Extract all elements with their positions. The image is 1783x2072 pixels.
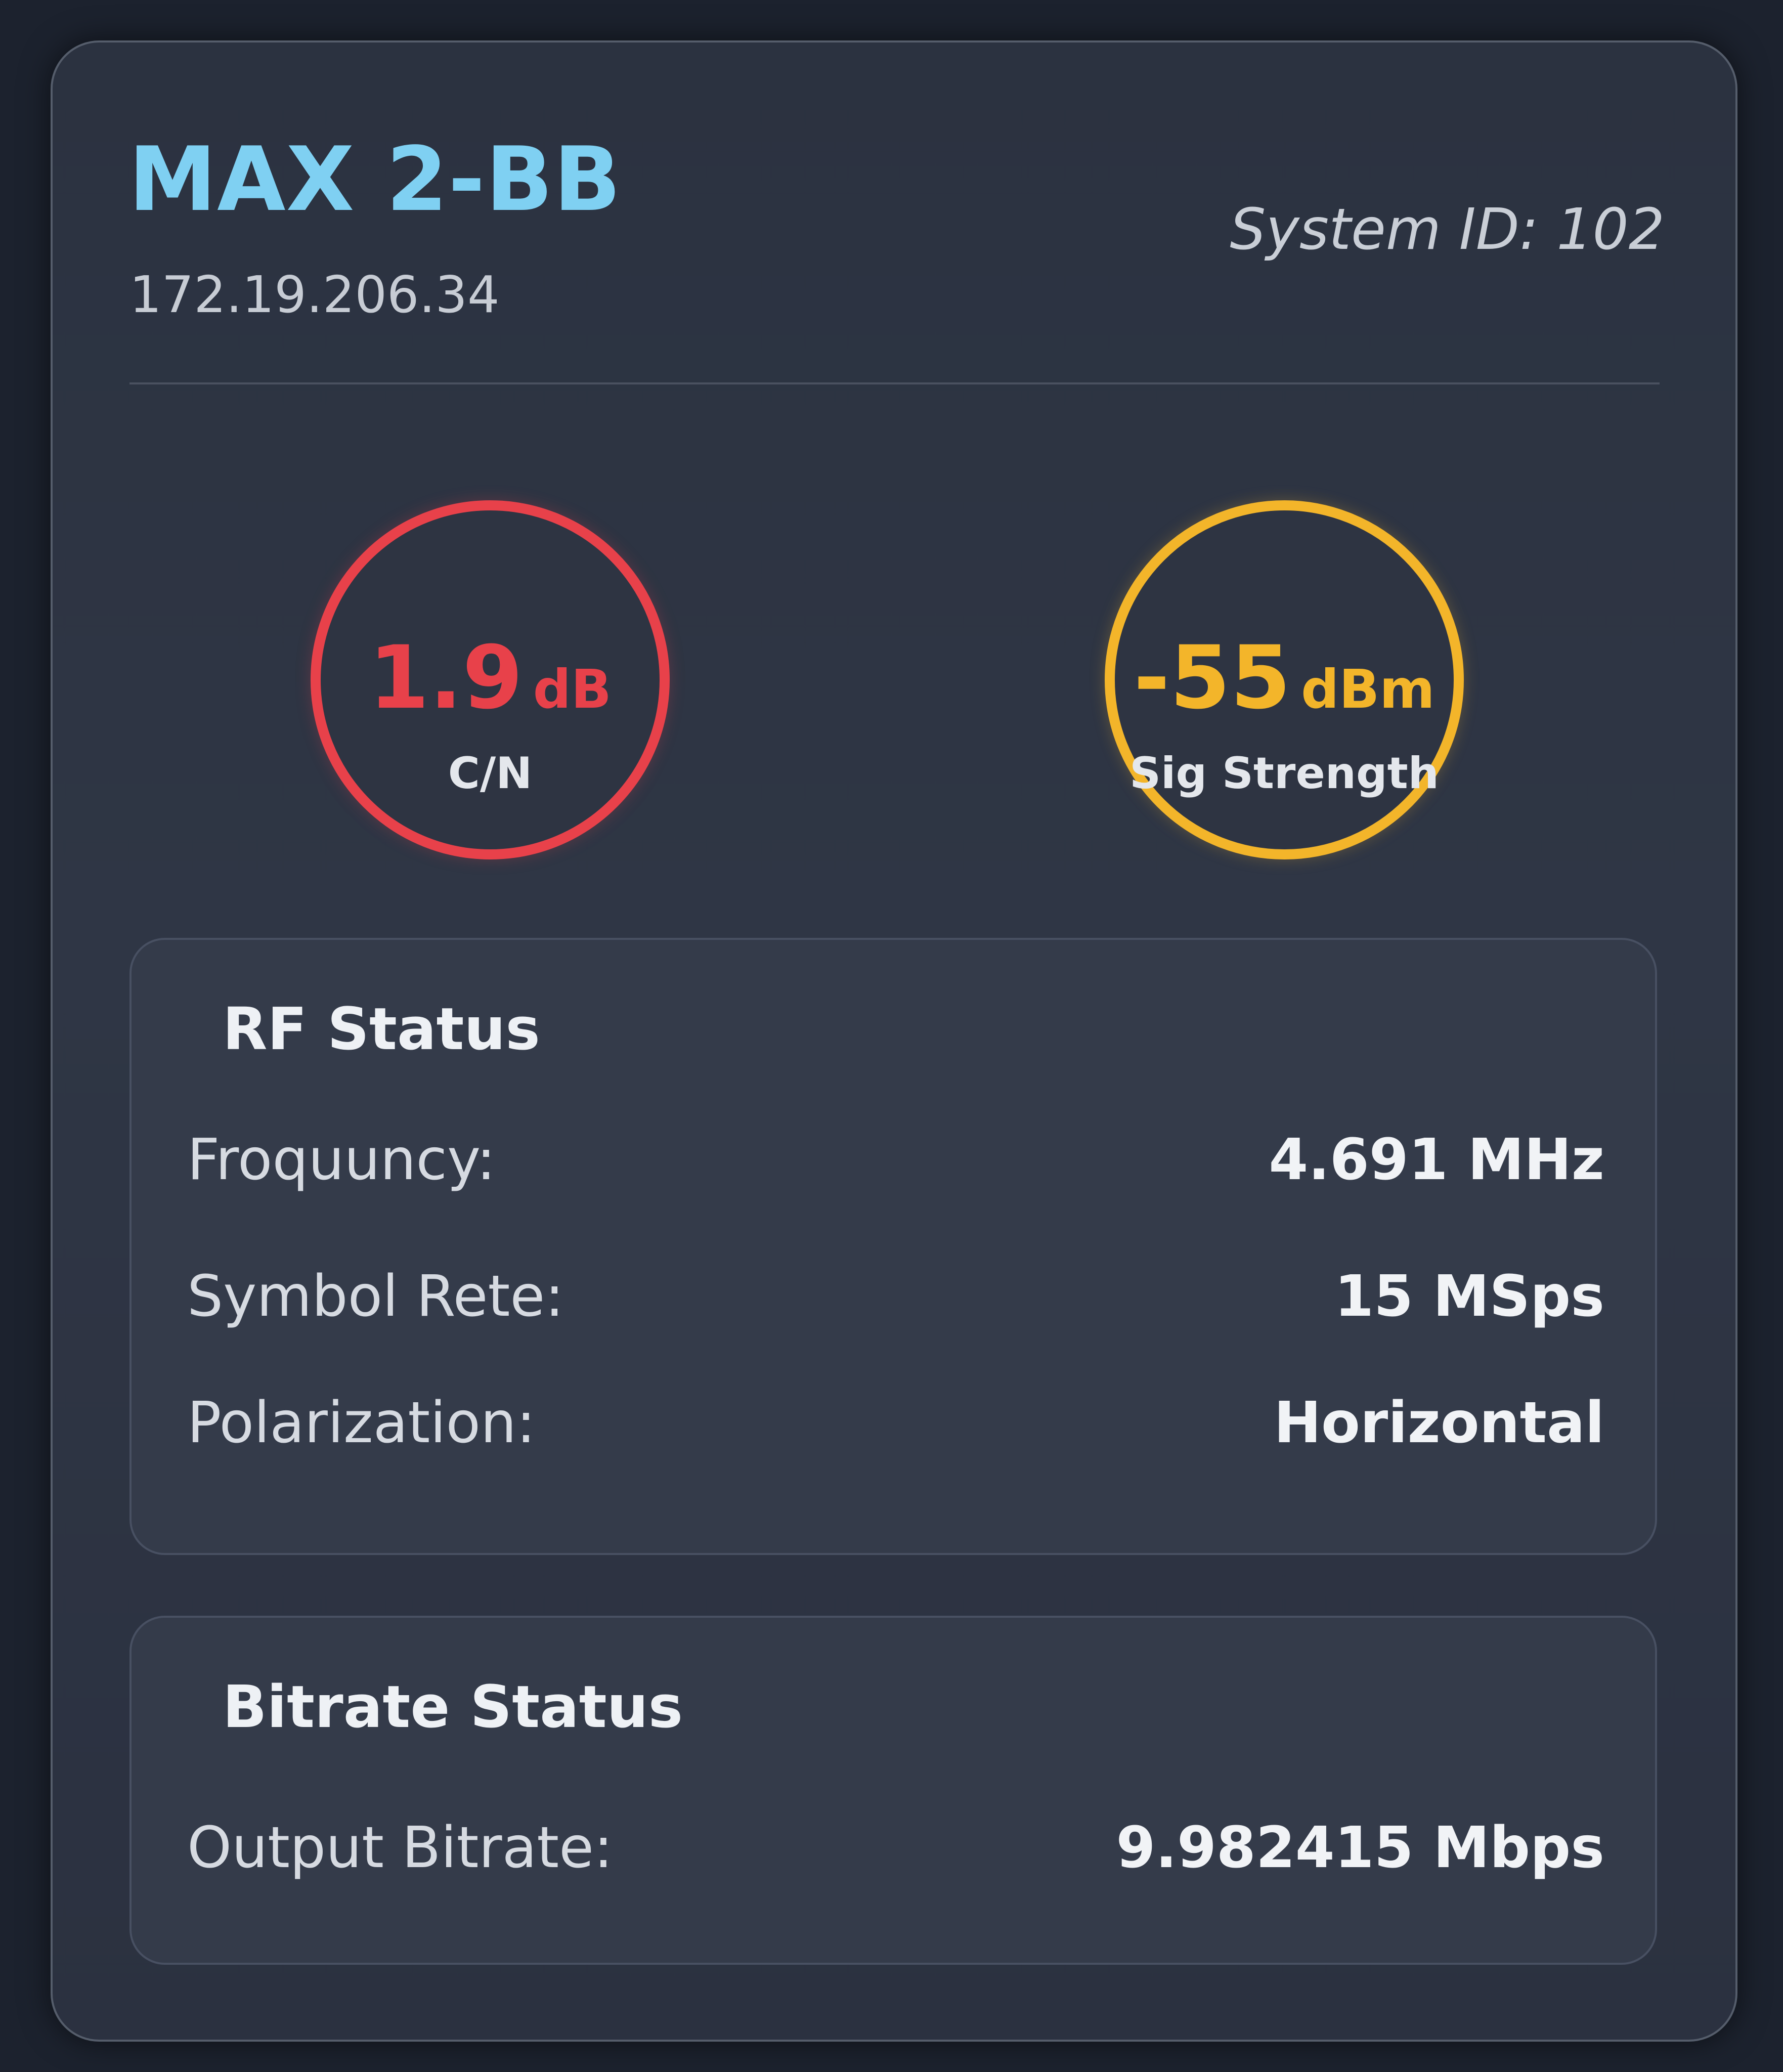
cn-label: C/N: [448, 748, 533, 799]
cn-value: 1.9: [369, 627, 523, 728]
symbol-rate-label: Symbol Rete:: [187, 1264, 564, 1329]
rf-row-frequency: Froquuncy: 4.691 MHz: [187, 1127, 1604, 1198]
cn-gauge: 1.9 dB C/N: [311, 500, 670, 859]
bitrate-status-heading: Bitrate Status: [223, 1673, 683, 1741]
rf-row-symbol-rate: Symbol Rete: 15 MSps: [187, 1264, 1604, 1334]
symbol-rate-value: 15 MSps: [1334, 1264, 1604, 1329]
rf-row-polarization: Polarization: Horizontal: [187, 1390, 1604, 1461]
bitrate-status-panel: Bitrate Status Output Bitrate: 9.982415 …: [129, 1616, 1657, 1965]
cn-unit: dB: [533, 659, 612, 720]
output-bitrate-value: 9.982415 Mbps: [1116, 1815, 1604, 1881]
polarization-value: Horizontal: [1274, 1390, 1604, 1456]
frequency-value: 4.691 MHz: [1269, 1127, 1604, 1193]
system-id: System ID: 102: [1230, 197, 1665, 263]
cn-gauge-reading: 1.9 dB: [300, 627, 680, 728]
signal-value: -55: [1134, 627, 1291, 728]
frequency-label: Froquuncy:: [187, 1127, 496, 1193]
header-divider: [129, 382, 1660, 384]
device-status-card: MAX 2-BB 172.19.206.34 System ID: 102 1.…: [51, 40, 1737, 2042]
rf-status-panel: RF Status Froquuncy: 4.691 MHz Symbol Re…: [129, 938, 1657, 1555]
rf-status-heading: RF Status: [223, 996, 540, 1063]
bitrate-row-output: Output Bitrate: 9.982415 Mbps: [187, 1815, 1604, 1886]
device-name: MAX 2-BB: [128, 128, 622, 231]
output-bitrate-label: Output Bitrate:: [187, 1815, 613, 1881]
signal-strength-gauge: -55 dBm Sig Strength: [1105, 500, 1464, 859]
polarization-label: Polarization:: [187, 1390, 536, 1456]
signal-label: Sig Strength: [1129, 748, 1439, 799]
signal-gauge-reading: -55 dBm: [1095, 627, 1474, 728]
device-ip-address: 172.19.206.34: [129, 265, 500, 324]
signal-unit: dBm: [1301, 659, 1435, 720]
